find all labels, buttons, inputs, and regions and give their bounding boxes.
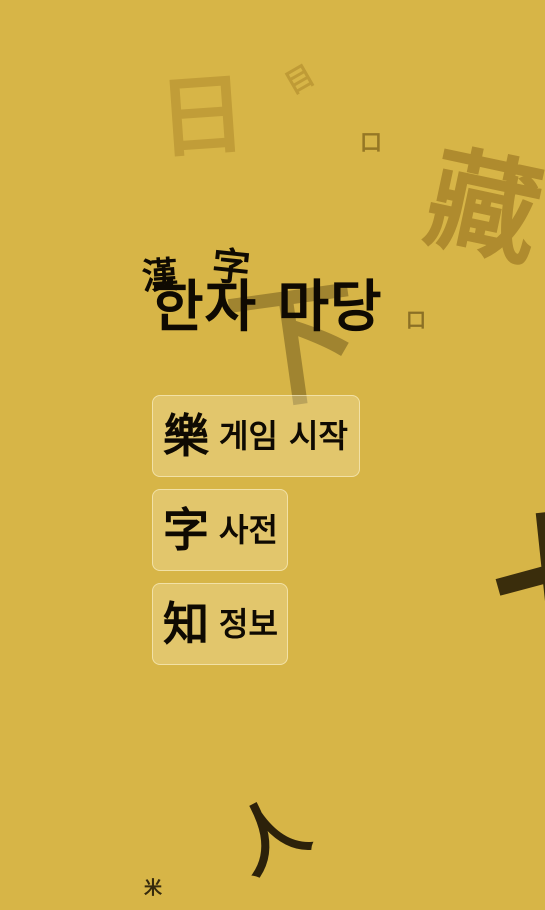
title-screen: 日 目 口 藏 口 下 七 人 米 漢 字 한자 마당 樂 게임 시작 字 사전… — [0, 0, 545, 910]
game-title: 漢 字 한자 마당 — [140, 242, 410, 358]
title-text: 한자 마당 — [152, 275, 383, 340]
bg-hanja-person: 人 — [218, 781, 322, 890]
music-hanja-icon: 樂 — [163, 409, 209, 463]
bg-hanja-rice: 米 — [144, 878, 162, 899]
start-game-button[interactable]: 樂 게임 시작 — [152, 395, 360, 477]
info-label: 정보 — [219, 605, 278, 643]
bg-hanja-eye: 目 — [279, 58, 321, 101]
start-game-label: 게임 시작 — [219, 417, 348, 455]
character-hanja-icon: 字 — [163, 503, 209, 557]
bg-hanja-sun: 日 — [154, 61, 250, 171]
knowledge-hanja-icon: 知 — [163, 597, 209, 651]
bg-hanja-hide: 藏 — [415, 131, 545, 284]
bg-hanja-edge: 七 — [482, 486, 545, 690]
bg-hanja-mouth-small: 口 — [360, 130, 383, 156]
info-button[interactable]: 知 정보 — [152, 583, 288, 665]
dictionary-button[interactable]: 字 사전 — [152, 489, 288, 571]
dictionary-label: 사전 — [219, 511, 278, 549]
